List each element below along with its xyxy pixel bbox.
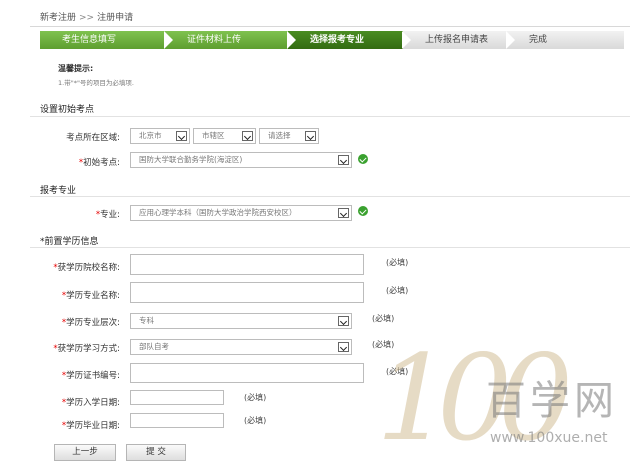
major-label-text: 专业: bbox=[100, 210, 120, 220]
region-third-value: 请选择 bbox=[268, 131, 291, 140]
step-5-label: 完成 bbox=[529, 35, 548, 45]
tip-title: 温馨提示: bbox=[58, 64, 94, 73]
enroll-date-label: *学历入学日期: bbox=[30, 396, 120, 408]
section-divider bbox=[30, 116, 630, 117]
breadcrumb-item-register[interactable]: 新考注册 bbox=[40, 13, 76, 23]
watermark-name: 百学网 bbox=[486, 378, 618, 424]
cert-number-input[interactable] bbox=[130, 363, 364, 383]
check-icon bbox=[358, 206, 368, 216]
chevron-down-icon[interactable] bbox=[305, 131, 316, 141]
level-value: 专科 bbox=[139, 316, 154, 325]
region-label: 考点所在区域: bbox=[66, 133, 120, 143]
step-progress-bar: 考生信息填写 证件材料上传 选择报考专业 上传报名申请表 完成 bbox=[40, 31, 624, 49]
grad-date-label-text: 学历毕业日期: bbox=[66, 421, 120, 431]
required-note: (必填) bbox=[244, 393, 267, 402]
section-title-exam-point: 设置初始考点 bbox=[40, 105, 95, 115]
step-5: 完成 bbox=[507, 31, 624, 49]
chevron-down-icon[interactable] bbox=[242, 131, 253, 141]
watermark-url: www.100xue.net bbox=[490, 430, 608, 446]
step-1: 考生信息填写 bbox=[40, 31, 165, 49]
required-note: (必填) bbox=[386, 286, 409, 295]
chevron-down-icon[interactable] bbox=[176, 131, 187, 141]
step-divider bbox=[164, 31, 173, 49]
major-name-label-text: 学历专业名称: bbox=[66, 291, 120, 301]
step-2-label: 证件材料上传 bbox=[187, 35, 242, 45]
breadcrumb: 新考注册 >> 注册申请 bbox=[40, 10, 133, 23]
enroll-date-label-text: 学历入学日期: bbox=[66, 398, 120, 408]
section-title-education: *前置学历信息 bbox=[40, 234, 99, 247]
grad-date-label: *学历毕业日期: bbox=[30, 419, 120, 431]
study-mode-label: *获学历学习方式: bbox=[30, 342, 120, 354]
chevron-down-icon[interactable] bbox=[338, 155, 349, 165]
step-divider bbox=[402, 31, 411, 49]
cert-label-text: 学历证书编号: bbox=[66, 371, 120, 381]
chevron-down-icon[interactable] bbox=[338, 342, 349, 352]
cert-label: *学历证书编号: bbox=[30, 369, 120, 381]
prev-step-button[interactable]: 上一步 bbox=[54, 444, 116, 461]
study-mode-value: 部队自考 bbox=[139, 342, 169, 351]
step-2: 证件材料上传 bbox=[165, 31, 288, 49]
region-district-select[interactable]: 市辖区 bbox=[193, 128, 256, 144]
region-district-value: 市辖区 bbox=[202, 131, 225, 140]
school-label: *获学历院校名称: bbox=[30, 261, 120, 273]
section-divider bbox=[30, 196, 630, 197]
region-city-value: 北京市 bbox=[139, 131, 162, 140]
region-city-select[interactable]: 北京市 bbox=[130, 128, 190, 144]
required-note: (必填) bbox=[386, 258, 409, 267]
breadcrumb-separator: >> bbox=[79, 13, 95, 23]
major-name-label: *学历专业名称: bbox=[30, 289, 120, 301]
check-icon bbox=[358, 154, 368, 164]
school-name-input[interactable] bbox=[130, 254, 364, 275]
level-select[interactable]: 专科 bbox=[130, 313, 352, 329]
initial-point-value: 国防大学联合勤务学院(海淀区) bbox=[139, 155, 243, 164]
step-divider bbox=[506, 31, 515, 49]
step-4: 上传报名申请表 bbox=[403, 31, 507, 49]
grad-date-input[interactable] bbox=[130, 413, 224, 428]
step-divider bbox=[287, 31, 296, 49]
required-note: (必填) bbox=[244, 416, 267, 425]
school-label-text: 获学历院校名称: bbox=[57, 263, 120, 273]
step-3-label: 选择报考专业 bbox=[310, 35, 365, 45]
study-mode-label-text: 获学历学习方式: bbox=[57, 344, 120, 354]
step-4-label: 上传报名申请表 bbox=[425, 35, 489, 45]
section-title-education-text: 前置学历信息 bbox=[44, 237, 99, 247]
major-value: 应用心理学本科（国防大学政治学院西安校区） bbox=[139, 208, 297, 217]
major-name-input[interactable] bbox=[130, 282, 364, 303]
major-label: *专业: bbox=[30, 208, 120, 220]
section-divider bbox=[30, 247, 630, 248]
major-select[interactable]: 应用心理学本科（国防大学政治学院西安校区） bbox=[130, 205, 352, 221]
initial-point-label-text: 初始考点: bbox=[83, 158, 120, 168]
chevron-down-icon[interactable] bbox=[338, 208, 349, 218]
enroll-date-input[interactable] bbox=[130, 390, 224, 405]
region-third-select[interactable]: 请选择 bbox=[259, 128, 319, 144]
header-divider bbox=[30, 26, 630, 27]
step-3: 选择报考专业 bbox=[288, 31, 403, 49]
step-1-label: 考生信息填写 bbox=[62, 35, 117, 45]
initial-point-select[interactable]: 国防大学联合勤务学院(海淀区) bbox=[130, 152, 352, 168]
level-label-text: 学历专业层次: bbox=[66, 318, 120, 328]
level-label: *学历专业层次: bbox=[30, 316, 120, 328]
required-note: (必填) bbox=[372, 314, 395, 323]
tip-text: 1.带"*"号的项目为必填项. bbox=[58, 79, 134, 87]
study-mode-select[interactable]: 部队自考 bbox=[130, 339, 352, 355]
submit-button[interactable]: 提 交 bbox=[126, 444, 186, 461]
breadcrumb-item-current: 注册申请 bbox=[97, 13, 134, 23]
section-title-major: 报考专业 bbox=[40, 186, 77, 196]
chevron-down-icon[interactable] bbox=[338, 316, 349, 326]
initial-point-label: *初始考点: bbox=[30, 156, 120, 168]
